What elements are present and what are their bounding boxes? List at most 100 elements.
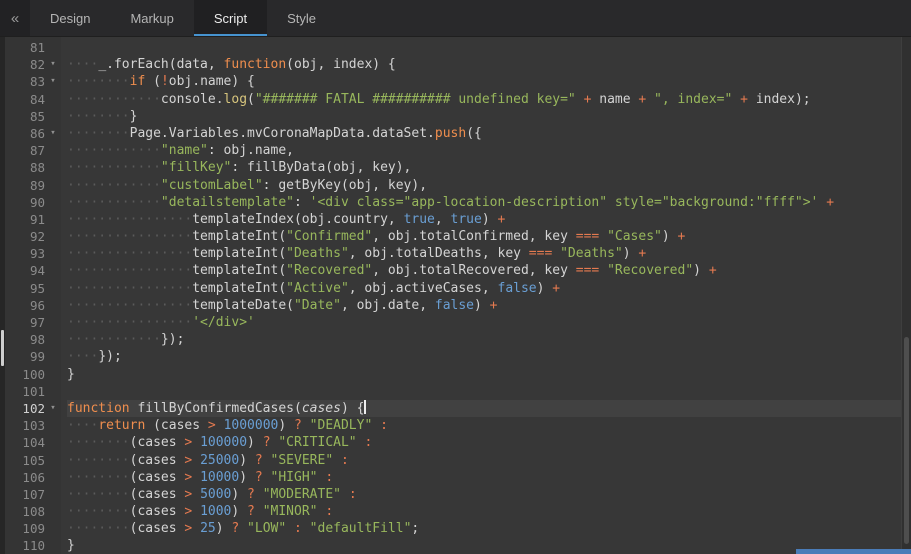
collapse-panel-button[interactable]: « bbox=[0, 0, 30, 36]
fold-spacer bbox=[45, 177, 61, 194]
line-number[interactable]: 81 bbox=[5, 39, 61, 56]
fold-spacer bbox=[45, 245, 61, 262]
line-number[interactable]: 106 bbox=[5, 469, 61, 486]
editor-tab-bar: « DesignMarkupScriptStyle bbox=[0, 0, 911, 37]
fold-spacer bbox=[45, 314, 61, 331]
fold-spacer bbox=[45, 108, 61, 125]
line-number[interactable]: 98 bbox=[5, 331, 61, 348]
line-number[interactable]: 99 bbox=[5, 348, 61, 365]
fold-toggle-icon[interactable]: ▾ bbox=[45, 56, 61, 73]
line-number[interactable]: 90 bbox=[5, 194, 61, 211]
code-line[interactable]: ········(cases > 1000) ? "MINOR" : bbox=[67, 503, 901, 520]
fold-spacer bbox=[45, 331, 61, 348]
line-number[interactable]: 83▾ bbox=[5, 73, 61, 90]
line-number[interactable]: 107 bbox=[5, 486, 61, 503]
fold-spacer bbox=[45, 194, 61, 211]
tab-design[interactable]: Design bbox=[30, 0, 110, 36]
fold-spacer bbox=[45, 159, 61, 176]
line-number[interactable]: 94 bbox=[5, 262, 61, 279]
scrollbar-thumb[interactable] bbox=[904, 337, 909, 544]
code-line[interactable]: ····}); bbox=[67, 348, 901, 365]
fold-spacer bbox=[45, 469, 61, 486]
code-line[interactable]: ········(cases > 100000) ? "CRITICAL" : bbox=[67, 434, 901, 451]
line-number[interactable]: 89 bbox=[5, 177, 61, 194]
code-line[interactable]: ····_.forEach(data, function(obj, index)… bbox=[67, 56, 901, 73]
code-editor: 8182▾83▾848586▾8788899091929394959697989… bbox=[0, 37, 911, 554]
tab-markup[interactable]: Markup bbox=[110, 0, 193, 36]
line-number[interactable]: 104 bbox=[5, 434, 61, 451]
left-splitter-rail bbox=[0, 37, 5, 554]
line-number[interactable]: 86▾ bbox=[5, 125, 61, 142]
code-line[interactable]: ····return (cases > 1000000) ? "DEADLY" … bbox=[67, 417, 901, 434]
line-number[interactable]: 110 bbox=[5, 537, 61, 554]
fold-spacer bbox=[45, 452, 61, 469]
code-line[interactable]: ············}); bbox=[67, 331, 901, 348]
line-number[interactable]: 92 bbox=[5, 228, 61, 245]
line-number[interactable]: 88 bbox=[5, 159, 61, 176]
code-line[interactable]: ············console.log("####### FATAL #… bbox=[67, 91, 901, 108]
code-area[interactable]: ····_.forEach(data, function(obj, index)… bbox=[61, 37, 901, 554]
fold-spacer bbox=[45, 142, 61, 159]
line-number[interactable]: 84 bbox=[5, 91, 61, 108]
line-number[interactable]: 95 bbox=[5, 280, 61, 297]
code-line[interactable]: ················templateInt("Deaths", ob… bbox=[67, 245, 901, 262]
code-line[interactable]: ············"name": obj.name, bbox=[67, 142, 901, 159]
code-line[interactable]: ········if (!obj.name) { bbox=[67, 73, 901, 90]
line-number[interactable]: 105 bbox=[5, 452, 61, 469]
line-number[interactable]: 96 bbox=[5, 297, 61, 314]
code-line[interactable]: ········(cases > 25) ? "LOW" : "defaultF… bbox=[67, 520, 901, 537]
bottom-panel-edge bbox=[796, 549, 911, 554]
code-line[interactable]: ················templateInt("Recovered",… bbox=[67, 262, 901, 279]
code-line[interactable]: ············"fillKey": fillByData(obj, k… bbox=[67, 159, 901, 176]
code-line[interactable]: } bbox=[67, 366, 901, 383]
fold-spacer bbox=[45, 228, 61, 245]
line-number[interactable]: 102▾ bbox=[5, 400, 61, 417]
code-line[interactable]: ········(cases > 5000) ? "MODERATE" : bbox=[67, 486, 901, 503]
code-line[interactable] bbox=[67, 383, 901, 400]
line-number[interactable]: 97 bbox=[5, 314, 61, 331]
line-number[interactable]: 87 bbox=[5, 142, 61, 159]
line-number[interactable]: 100 bbox=[5, 366, 61, 383]
fold-toggle-icon[interactable]: ▾ bbox=[45, 125, 61, 142]
fold-spacer bbox=[45, 91, 61, 108]
code-line[interactable]: ················templateInt("Confirmed",… bbox=[67, 228, 901, 245]
code-line[interactable]: ········(cases > 10000) ? "HIGH" : bbox=[67, 469, 901, 486]
tab-script[interactable]: Script bbox=[194, 0, 267, 36]
code-line[interactable]: function fillByConfirmedCases(cases) { bbox=[67, 400, 901, 417]
gutter: 8182▾83▾848586▾8788899091929394959697989… bbox=[5, 37, 61, 554]
line-number[interactable]: 109 bbox=[5, 520, 61, 537]
fold-spacer bbox=[45, 348, 61, 365]
fold-toggle-icon[interactable]: ▾ bbox=[45, 400, 61, 417]
code-line[interactable]: } bbox=[67, 537, 901, 554]
line-number[interactable]: 108 bbox=[5, 503, 61, 520]
text-cursor bbox=[364, 400, 366, 414]
fold-spacer bbox=[45, 537, 61, 554]
line-number[interactable]: 91 bbox=[5, 211, 61, 228]
fold-spacer bbox=[45, 503, 61, 520]
line-number[interactable]: 93 bbox=[5, 245, 61, 262]
code-line[interactable]: ········Page.Variables.mvCoronaMapData.d… bbox=[67, 125, 901, 142]
fold-spacer bbox=[45, 520, 61, 537]
code-line[interactable]: ················templateInt("Active", ob… bbox=[67, 280, 901, 297]
line-number[interactable]: 101 bbox=[5, 383, 61, 400]
code-line[interactable]: ················templateDate("Date", obj… bbox=[67, 297, 901, 314]
code-line[interactable]: ················'</div>' bbox=[67, 314, 901, 331]
fold-toggle-icon[interactable]: ▾ bbox=[45, 73, 61, 90]
code-line[interactable]: ········} bbox=[67, 108, 901, 125]
code-line[interactable]: ················templateIndex(obj.countr… bbox=[67, 211, 901, 228]
code-line[interactable]: ············"customLabel": getByKey(obj,… bbox=[67, 177, 901, 194]
line-number[interactable]: 82▾ bbox=[5, 56, 61, 73]
code-line[interactable] bbox=[67, 39, 901, 56]
fold-spacer bbox=[45, 39, 61, 56]
code-line[interactable]: ············"detailstemplate": '<div cla… bbox=[67, 194, 901, 211]
line-number[interactable]: 85 bbox=[5, 108, 61, 125]
collapse-chevrons-icon: « bbox=[11, 10, 19, 27]
tab-style[interactable]: Style bbox=[267, 0, 336, 36]
fold-spacer bbox=[45, 434, 61, 451]
vertical-scrollbar[interactable] bbox=[901, 37, 911, 554]
line-number[interactable]: 103 bbox=[5, 417, 61, 434]
splitter-handle[interactable] bbox=[1, 330, 4, 366]
fold-spacer bbox=[45, 366, 61, 383]
code-line[interactable]: ········(cases > 25000) ? "SEVERE" : bbox=[67, 452, 901, 469]
fold-spacer bbox=[45, 297, 61, 314]
